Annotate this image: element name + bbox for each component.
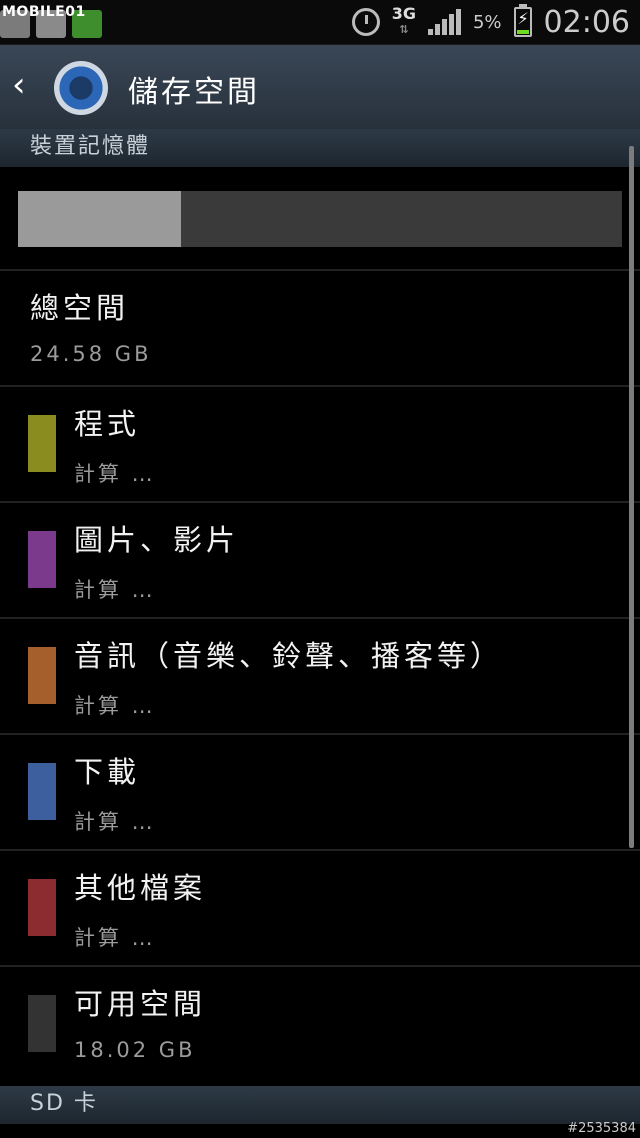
color-swatch [28,995,56,1052]
storage-usage-bar [18,191,622,247]
item-value: 計算 … [74,926,156,950]
storage-usage-used [18,191,182,247]
section-header-device-memory: 裝置記憶體 [0,129,640,167]
item-label: 可用空間 [74,987,207,1021]
list-item-audio[interactable]: 音訊（音樂、鈴聲、播客等） 計算 … [0,619,640,733]
battery-percent: 5% [472,11,502,33]
clock: 02:06 [543,4,630,40]
item-value: 計算 … [74,578,156,602]
list-item-total-space[interactable]: 總空間 24.58 GB [0,271,640,385]
item-value: 計算 … [74,462,156,486]
item-label: 其他檔案 [74,871,207,905]
total-space-label: 總空間 [30,291,130,325]
status-bar: MOBILE01 3G ⇅ 5% ⚡ 02:06 [0,0,640,45]
chevron-left-icon[interactable]: ‹ [12,67,26,103]
battery-charging-icon: ⚡ [513,4,532,37]
status-indicators: 3G ⇅ 5% ⚡ 02:06 [351,0,630,44]
signal-icon [427,9,461,35]
color-swatch [28,531,56,588]
list-item-apps[interactable]: 程式 計算 … [0,387,640,501]
total-space-value: 24.58 GB [30,342,152,366]
list-item-available-space[interactable]: 可用空間 18.02 GB [0,967,640,1081]
item-value: 計算 … [74,694,156,718]
item-value: 18.02 GB [74,1038,196,1062]
data-arrows-icon: ⇅ [399,23,409,36]
list-item-pictures-videos[interactable]: 圖片、影片 計算 … [0,503,640,617]
watermark-id: #2535384 [567,1121,636,1136]
color-swatch [28,415,56,472]
watermark-logo: MOBILE01 [2,4,86,20]
network-type: 3G [391,4,416,23]
page-title: 儲存空間 [128,75,260,110]
section-header-sd-card: SD 卡 [0,1086,640,1124]
item-label: 音訊（音樂、鈴聲、播客等） [74,639,504,673]
list-item-downloads[interactable]: 下載 計算 … [0,735,640,849]
item-value: 計算 … [74,810,156,834]
list-item-other-files[interactable]: 其他檔案 計算 … [0,851,640,965]
color-swatch [28,647,56,704]
scrollbar[interactable] [629,146,634,848]
item-label: 下載 [74,755,141,789]
action-bar: ‹ 儲存空間 [0,45,640,130]
alarm-icon [351,8,380,36]
network-indicator: 3G ⇅ [392,6,416,38]
color-swatch [28,879,56,936]
color-swatch [28,763,56,820]
item-label: 程式 [74,407,141,441]
gear-icon[interactable] [54,61,108,115]
item-label: 圖片、影片 [74,523,240,557]
